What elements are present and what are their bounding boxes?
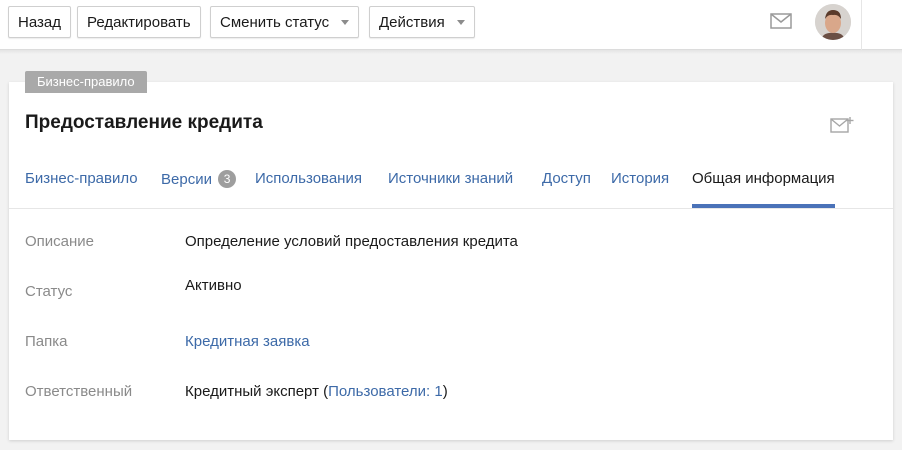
envelope-icon[interactable] bbox=[770, 13, 792, 29]
versions-count-badge: 3 bbox=[218, 170, 237, 188]
tab-history[interactable]: История bbox=[611, 170, 669, 208]
chevron-down-icon bbox=[456, 19, 465, 25]
description-label: Описание bbox=[25, 233, 95, 250]
owner-paren-close: ) bbox=[442, 383, 448, 400]
tab-bar-divider bbox=[9, 208, 893, 209]
change-status-button[interactable]: Сменить статус bbox=[210, 6, 360, 38]
owner-value: Кредитный эксперт (Пользователи: 1) bbox=[185, 383, 448, 400]
back-button-label: Назад bbox=[18, 13, 61, 31]
actions-button[interactable]: Действия bbox=[369, 6, 475, 38]
tab-business-rule[interactable]: Бизнес-правило bbox=[25, 170, 138, 208]
user-avatar[interactable] bbox=[815, 4, 851, 40]
tab-label: Использования bbox=[255, 170, 362, 187]
page-title: Предоставление кредита bbox=[25, 112, 263, 133]
tab-label: Общая информация bbox=[692, 170, 835, 187]
tab-label: Бизнес-правило bbox=[25, 170, 138, 187]
toolbar-shadow bbox=[0, 50, 902, 54]
avatar-face-icon bbox=[815, 4, 851, 40]
tab-general-info[interactable]: Общая информация bbox=[692, 170, 835, 208]
status-label: Статус bbox=[25, 283, 73, 300]
folder-link[interactable]: Кредитная заявка bbox=[185, 333, 310, 350]
mail-plus-icon[interactable] bbox=[830, 116, 854, 134]
description-value: Определение условий предоставления креди… bbox=[185, 233, 518, 250]
owner-paren-open: ( bbox=[318, 383, 329, 400]
edit-button-label: Редактировать bbox=[87, 13, 191, 31]
tab-label: Источники знаний bbox=[388, 170, 514, 187]
tab-knowledge-sources[interactable]: Источники знаний bbox=[388, 170, 513, 208]
tab-versions[interactable]: Версии 3 bbox=[161, 170, 237, 208]
toolbar-divider bbox=[861, 0, 862, 50]
chevron-down-icon bbox=[341, 19, 350, 25]
business-rule-card bbox=[9, 82, 893, 440]
type-badge: Бизнес-правило bbox=[25, 71, 147, 93]
folder-label: Папка bbox=[25, 333, 68, 350]
tab-label: Версии bbox=[161, 171, 212, 188]
status-value: Активно bbox=[185, 277, 242, 294]
tab-usages[interactable]: Использования bbox=[255, 170, 362, 208]
owner-users-link[interactable]: Пользователи: 1 bbox=[328, 383, 443, 400]
owner-label: Ответственный bbox=[25, 383, 133, 400]
tab-bar: Бизнес-правило Версии 3 Использования Ис… bbox=[0, 160, 902, 208]
actions-label: Действия bbox=[379, 13, 445, 31]
tab-label: Доступ bbox=[542, 170, 591, 187]
owner-name: Кредитный эксперт bbox=[185, 383, 319, 400]
tab-label: История bbox=[611, 170, 670, 187]
back-button[interactable]: Назад bbox=[8, 6, 71, 38]
edit-button[interactable]: Редактировать bbox=[77, 6, 201, 38]
tab-access[interactable]: Доступ bbox=[542, 170, 591, 208]
change-status-label: Сменить статус bbox=[220, 13, 330, 31]
